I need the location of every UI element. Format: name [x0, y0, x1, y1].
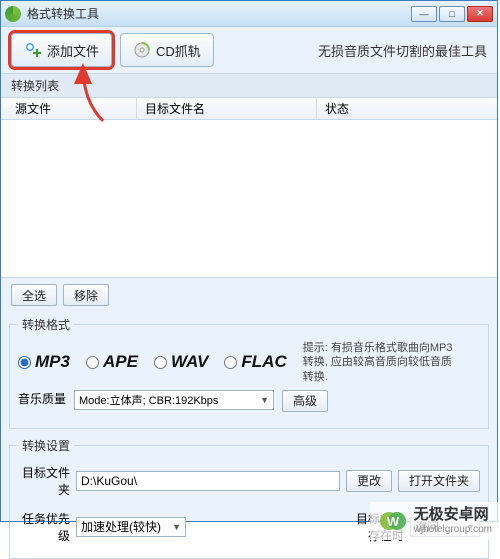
label-flac: FLAC: [241, 352, 286, 372]
watermark-name: 无极安卓网: [414, 507, 492, 524]
file-list-panel: 源文件 目标文件名 状态 全选 移除: [1, 98, 497, 312]
radio-wav[interactable]: [154, 356, 167, 369]
tip-label: 提示:: [303, 342, 328, 354]
format-legend: 转换格式: [18, 316, 74, 333]
priority-label: 任务优先级: [18, 510, 70, 544]
change-folder-button[interactable]: 更改: [346, 470, 392, 492]
add-file-button[interactable]: 添加文件: [11, 33, 112, 67]
add-file-label: 添加文件: [47, 41, 99, 60]
titlebar: 格式转换工具 ― □ ✕: [1, 1, 497, 27]
window-title: 格式转换工具: [27, 5, 411, 22]
watermark-logo-icon: W: [378, 506, 408, 536]
watermark-url: wjhotelgroup.com: [414, 524, 492, 535]
list-header: 转换列表: [1, 73, 497, 98]
chevron-down-icon: ▼: [260, 395, 269, 405]
app-icon: [5, 6, 21, 22]
radio-mp3[interactable]: [18, 356, 31, 369]
quality-value: Mode:立体声; CBR:192Kbps: [79, 392, 218, 408]
target-folder-input[interactable]: D:\KuGou\: [76, 471, 340, 491]
watermark: W 无极安卓网 wjhotelgroup.com: [370, 502, 500, 540]
file-list-body[interactable]: [1, 120, 497, 278]
svg-text:W: W: [386, 514, 399, 529]
cd-icon: [133, 41, 151, 59]
label-ape: APE: [103, 352, 138, 372]
priority-select[interactable]: 加速处理(较快) ▼: [76, 517, 186, 537]
settings-legend: 转换设置: [18, 437, 74, 454]
add-file-icon: [24, 41, 42, 59]
format-option-ape[interactable]: APE: [86, 352, 138, 372]
remove-button[interactable]: 移除: [63, 284, 109, 306]
quality-select[interactable]: Mode:立体声; CBR:192Kbps ▼: [74, 390, 274, 410]
minimize-button[interactable]: ―: [411, 6, 437, 22]
close-button[interactable]: ✕: [467, 6, 493, 22]
priority-value: 加速处理(较快): [81, 518, 161, 535]
window-frame: 格式转换工具 ― □ ✕ 添加文件 CD抓轨 无损音质文件切割的最佳工具 转换列…: [0, 0, 498, 522]
format-option-wav[interactable]: WAV: [154, 352, 208, 372]
radio-flac[interactable]: [224, 356, 237, 369]
list-column-header: 源文件 目标文件名 状态: [1, 98, 497, 120]
settings-group: 转换设置 目标文件夹 D:\KuGou\ 更改 打开文件夹 任务优先级 加速处理…: [9, 437, 489, 559]
select-all-button[interactable]: 全选: [11, 284, 57, 306]
cd-rip-button[interactable]: CD抓轨: [120, 33, 214, 67]
label-mp3: MP3: [35, 352, 70, 372]
column-target[interactable]: 目标文件名: [137, 98, 317, 119]
format-option-flac[interactable]: FLAC: [224, 352, 286, 372]
chevron-down-icon: ▼: [172, 522, 181, 532]
column-status[interactable]: 状态: [317, 98, 497, 119]
format-group: 转换格式 MP3 APE WAV FLAC 提示: 有损音乐格式歌曲向MP3转换…: [9, 316, 489, 429]
label-wav: WAV: [171, 352, 208, 372]
quality-label: 音乐质量: [18, 390, 66, 407]
column-source[interactable]: 源文件: [7, 98, 137, 119]
toolbar: 添加文件 CD抓轨 无损音质文件切割的最佳工具: [1, 27, 497, 73]
open-folder-button[interactable]: 打开文件夹: [398, 470, 480, 492]
radio-ape[interactable]: [86, 356, 99, 369]
format-tip: 提示: 有损音乐格式歌曲向MP3转换, 应由较高音质向较低音质转换.: [303, 341, 453, 384]
cd-rip-label: CD抓轨: [156, 41, 201, 60]
advanced-button[interactable]: 高级: [282, 390, 328, 412]
target-folder-value: D:\KuGou\: [81, 474, 137, 488]
target-folder-label: 目标文件夹: [18, 464, 70, 498]
format-option-mp3[interactable]: MP3: [18, 352, 70, 372]
tagline: 无损音质文件切割的最佳工具: [318, 41, 487, 60]
maximize-button[interactable]: □: [439, 6, 465, 22]
